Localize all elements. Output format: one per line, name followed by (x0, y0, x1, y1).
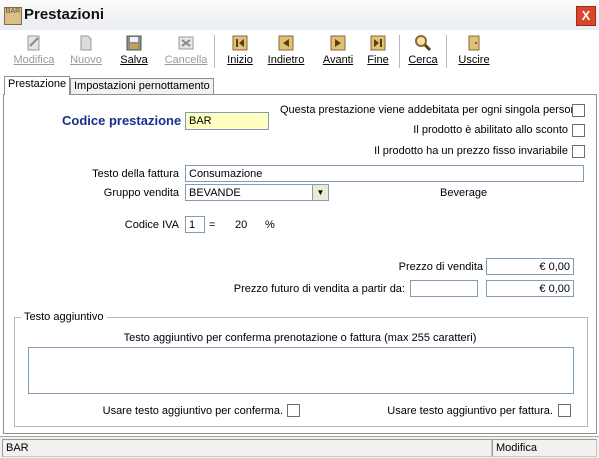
opt-sconto-label: Il prodotto è abilitato allo sconto (413, 124, 568, 136)
prezzo-vendita-label: Prezzo di vendita (398, 261, 483, 273)
status-record: BAR (2, 439, 492, 457)
inizio-label: Inizio (227, 54, 253, 66)
status-bar: BAR Modifica (0, 436, 599, 458)
first-record-icon (232, 35, 248, 51)
exit-door-icon (468, 35, 480, 51)
avanti-button[interactable]: Avanti (316, 33, 360, 71)
title-bar: BAR Prestazioni X (0, 0, 599, 31)
testo-aggiuntivo-caption: Testo aggiuntivo per conferma prenotazio… (123, 332, 477, 344)
indietro-button[interactable]: Indietro (264, 33, 308, 71)
iva-percent-sign: % (265, 219, 275, 231)
search-icon (415, 35, 432, 52)
app-icon: BAR (4, 7, 22, 25)
opt-persona-label: Questa prestazione viene addebitata per … (280, 104, 583, 116)
opt-prezzo-fisso-checkbox[interactable] (572, 145, 585, 158)
avanti-label: Avanti (322, 54, 354, 66)
testo-aggiuntivo-textarea[interactable] (28, 347, 574, 394)
nuovo-label: Nuovo (70, 54, 102, 66)
fine-label: Fine (367, 54, 389, 66)
previous-record-icon (278, 35, 294, 51)
tab-strip: Prestazione Impostazioni pernottamento (0, 76, 599, 95)
edit-icon (27, 35, 40, 51)
close-button[interactable]: X (576, 6, 596, 26)
fine-button[interactable]: Fine (356, 33, 400, 71)
codice-prestazione-field[interactable]: BAR (185, 112, 269, 130)
uscire-button[interactable]: Uscire (452, 33, 496, 71)
iva-equals-sign: = (209, 219, 216, 231)
status-mode: Modifica (492, 439, 597, 457)
chevron-down-icon[interactable]: ▼ (312, 185, 328, 200)
salva-label: Salva (120, 54, 148, 66)
opt-persona-checkbox[interactable] (572, 104, 585, 117)
salva-button[interactable]: Salva (112, 33, 156, 71)
prezzo-futuro-date-field[interactable] (410, 280, 478, 297)
prezzo-futuro-field[interactable]: € 0,00 (486, 280, 574, 297)
cerca-label: Cerca (408, 54, 438, 66)
modifica-label: Modifica (13, 54, 55, 66)
save-icon (126, 35, 142, 51)
cerca-button[interactable]: Cerca (401, 33, 445, 71)
testo-fattura-field[interactable]: Consumazione (185, 165, 584, 182)
use-fattura-checkbox[interactable] (558, 404, 571, 417)
codice-iva-label: Codice IVA (124, 219, 179, 231)
new-document-icon (80, 35, 92, 51)
gruppo-vendita-value: BEVANDE (189, 187, 241, 199)
opt-sconto-checkbox[interactable] (572, 124, 585, 137)
cancella-label: Cancella (164, 54, 208, 66)
next-record-icon (330, 35, 346, 51)
use-conferma-label: Usare testo aggiuntivo per conferma. (102, 405, 283, 417)
nuovo-button[interactable]: Nuovo (64, 33, 108, 71)
tab-impostazioni-pernottamento[interactable]: Impostazioni pernottamento (70, 78, 214, 94)
tab-prestazione[interactable]: Prestazione (4, 76, 71, 95)
use-fattura-label: Usare testo aggiuntivo per fattura. (387, 405, 553, 417)
testo-fattura-label: Testo della fattura (92, 168, 179, 180)
toolbar-separator (214, 35, 216, 68)
prezzo-vendita-field[interactable]: € 0,00 (486, 258, 574, 275)
prezzo-futuro-label: Prezzo futuro di vendita a partir da: (233, 283, 405, 295)
uscire-label: Uscire (458, 54, 490, 66)
modifica-button[interactable]: Modifica (12, 33, 56, 71)
toolbar: Modifica Nuovo Salva Cancella Inizio Ind… (0, 30, 599, 74)
codice-iva-field[interactable]: 1 (185, 216, 205, 233)
cancella-button[interactable]: Cancella (164, 33, 208, 71)
delete-icon (178, 36, 194, 50)
last-record-icon (370, 35, 386, 51)
codice-prestazione-label: Codice prestazione (62, 113, 182, 128)
toolbar-separator (446, 35, 448, 68)
window-title: Prestazioni (24, 6, 105, 23)
use-conferma-checkbox[interactable] (287, 404, 300, 417)
indietro-label: Indietro (267, 54, 305, 66)
gruppo-vendita-description: Beverage (440, 187, 488, 199)
iva-rate: 20 (235, 219, 248, 231)
testo-aggiuntivo-title: Testo aggiuntivo (21, 311, 107, 323)
gruppo-vendita-label: Gruppo vendita (103, 187, 179, 199)
opt-prezzo-fisso-label: Il prodotto ha un prezzo fisso invariabi… (374, 145, 568, 157)
gruppo-vendita-select[interactable]: BEVANDE ▼ (185, 184, 329, 201)
inizio-button[interactable]: Inizio (218, 33, 262, 71)
